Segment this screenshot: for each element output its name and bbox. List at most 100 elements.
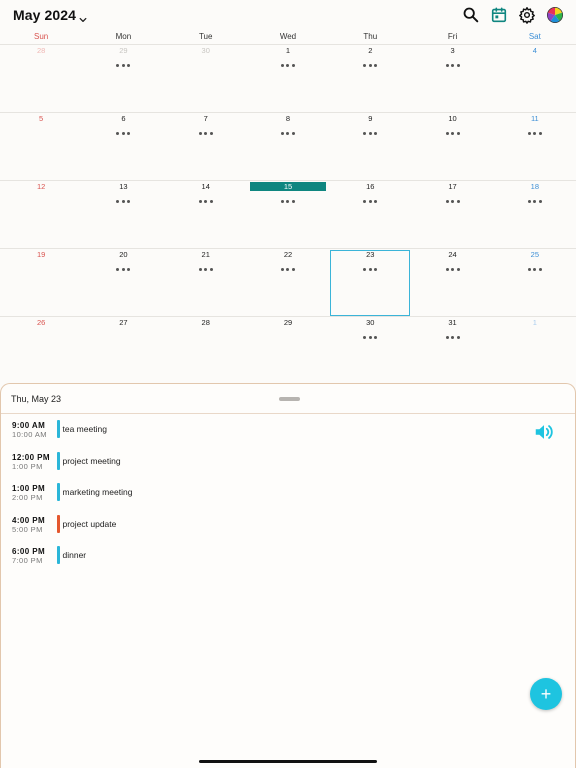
event-indicator-dots <box>445 131 460 135</box>
event-dot <box>456 335 460 339</box>
day-cell[interactable]: 6 <box>82 113 165 181</box>
day-cell[interactable]: 10 <box>411 113 494 181</box>
event-indicator-dots <box>280 131 295 135</box>
event-dot <box>445 199 449 203</box>
event-row[interactable]: 6:00 PM 7:00 PM dinner <box>1 546 575 578</box>
event-row[interactable]: 4:00 PM 5:00 PM project update <box>1 514 575 547</box>
event-dot <box>374 63 378 67</box>
day-cell[interactable]: 13 <box>82 181 165 249</box>
event-title: project meeting <box>62 455 121 466</box>
day-number: 6 <box>121 114 126 123</box>
day-cell[interactable]: 4 <box>493 45 576 113</box>
day-cell[interactable]: 2 <box>329 45 412 113</box>
event-dot <box>209 199 213 203</box>
event-indicator-dots <box>116 199 131 203</box>
event-dot <box>127 131 131 135</box>
day-cell[interactable]: 31 <box>411 317 493 385</box>
day-number: 24 <box>448 250 457 259</box>
search-icon[interactable] <box>462 6 480 24</box>
event-row[interactable]: 12:00 PM 1:00 PM project meeting <box>1 451 575 484</box>
calendar-today-icon[interactable] <box>490 6 508 24</box>
day-cell[interactable]: 26 <box>0 317 82 385</box>
event-indicator-dots <box>280 63 295 67</box>
day-cell[interactable]: 29 <box>82 45 165 113</box>
calendar-app: May 2024 Sun Mon Tue Wed Thu Fri Sat 28 … <box>0 0 576 768</box>
day-cell[interactable]: 3 <box>411 45 494 113</box>
day-cell[interactable]: 19 <box>0 249 83 317</box>
event-dot <box>527 131 531 135</box>
event-dot <box>209 267 213 271</box>
day-number: 23 <box>366 250 375 259</box>
event-title: tea meeting <box>62 424 107 434</box>
day-number: 3 <box>450 46 455 55</box>
event-indicator-dots <box>527 131 542 135</box>
event-indicator-dots <box>527 267 542 271</box>
day-number: 1 <box>532 318 537 327</box>
month-selector[interactable]: May 2024 <box>13 7 87 23</box>
day-cell[interactable]: 1 <box>494 317 576 385</box>
day-cell[interactable]: 12 <box>0 181 83 249</box>
event-dot <box>456 131 460 135</box>
event-dot <box>445 335 449 339</box>
day-cell[interactable]: 22 <box>246 249 330 317</box>
event-dot <box>116 199 120 203</box>
color-wheel-icon[interactable] <box>546 6 564 24</box>
day-cell[interactable]: 5 <box>0 113 83 181</box>
weekday-label: Fri <box>447 32 458 41</box>
event-dot <box>198 131 202 135</box>
day-cell[interactable]: 1 <box>246 45 330 113</box>
day-cell[interactable]: 14 <box>164 181 247 249</box>
day-cell[interactable]: 8 <box>246 113 330 181</box>
day-cell[interactable]: 17 <box>411 181 494 249</box>
day-cell[interactable]: 16 <box>329 181 412 249</box>
day-cell[interactable]: 11 <box>493 113 576 181</box>
day-number: 7 <box>203 114 208 123</box>
event-dot <box>116 131 120 135</box>
event-indicator-dots <box>363 267 378 271</box>
event-dot <box>291 63 295 67</box>
day-number: 15 <box>249 182 326 191</box>
month-title: May 2024 <box>13 7 77 23</box>
day-number: 25 <box>530 250 540 259</box>
day-cell[interactable]: 28 <box>165 317 247 385</box>
event-end-time: 10:00 AM <box>12 430 47 439</box>
event-dot <box>280 131 284 135</box>
event-row[interactable]: 9:00 AM 10:00 AM tea meeting <box>1 420 575 452</box>
gear-icon[interactable] <box>518 6 536 24</box>
day-number: 18 <box>530 182 540 191</box>
day-cell[interactable]: 15 <box>246 181 330 249</box>
add-event-button[interactable]: + <box>530 678 562 710</box>
event-times: 6:00 PM 7:00 PM <box>1 546 57 565</box>
sheet-grabber-handle[interactable] <box>279 397 300 401</box>
day-number: 2 <box>368 46 373 55</box>
event-dot <box>527 267 531 271</box>
month-grid: 28 29 30 1 2 3 4 5 6 7 8 9 10 11 12 13 14 15 16 17 18 19 20 21 2… <box>0 45 576 385</box>
day-cell[interactable]: 30 <box>329 317 411 385</box>
event-indicator-dots <box>116 63 131 67</box>
day-cell[interactable]: 27 <box>82 317 164 385</box>
event-dot <box>374 131 378 135</box>
event-times: 12:00 PM 1:00 PM <box>1 452 57 471</box>
day-cell[interactable]: 18 <box>493 181 576 249</box>
day-cell[interactable]: 9 <box>329 113 412 181</box>
day-cell[interactable]: 25 <box>493 249 576 317</box>
event-dot <box>121 63 125 67</box>
event-dot <box>374 267 378 271</box>
day-cell[interactable]: 21 <box>164 249 247 317</box>
day-number: 26 <box>36 318 46 327</box>
day-number: 30 <box>201 46 210 55</box>
day-cell[interactable]: 30 <box>164 45 247 113</box>
event-indicator-dots <box>280 267 295 271</box>
day-cell[interactable]: 24 <box>411 249 494 317</box>
day-cell[interactable]: 7 <box>164 113 247 181</box>
event-end-time: 1:00 PM <box>12 461 43 471</box>
day-cell[interactable]: 29 <box>247 317 329 385</box>
day-cell[interactable]: 23 <box>329 249 412 317</box>
day-cell[interactable]: 28 <box>0 45 83 113</box>
event-dot <box>291 267 295 271</box>
event-dot <box>286 267 290 271</box>
day-number: 31 <box>448 318 457 327</box>
day-number: 12 <box>36 182 46 191</box>
day-cell[interactable]: 20 <box>82 249 165 317</box>
event-row[interactable]: 1:00 PM 2:00 PM marketing meeting <box>1 483 575 515</box>
